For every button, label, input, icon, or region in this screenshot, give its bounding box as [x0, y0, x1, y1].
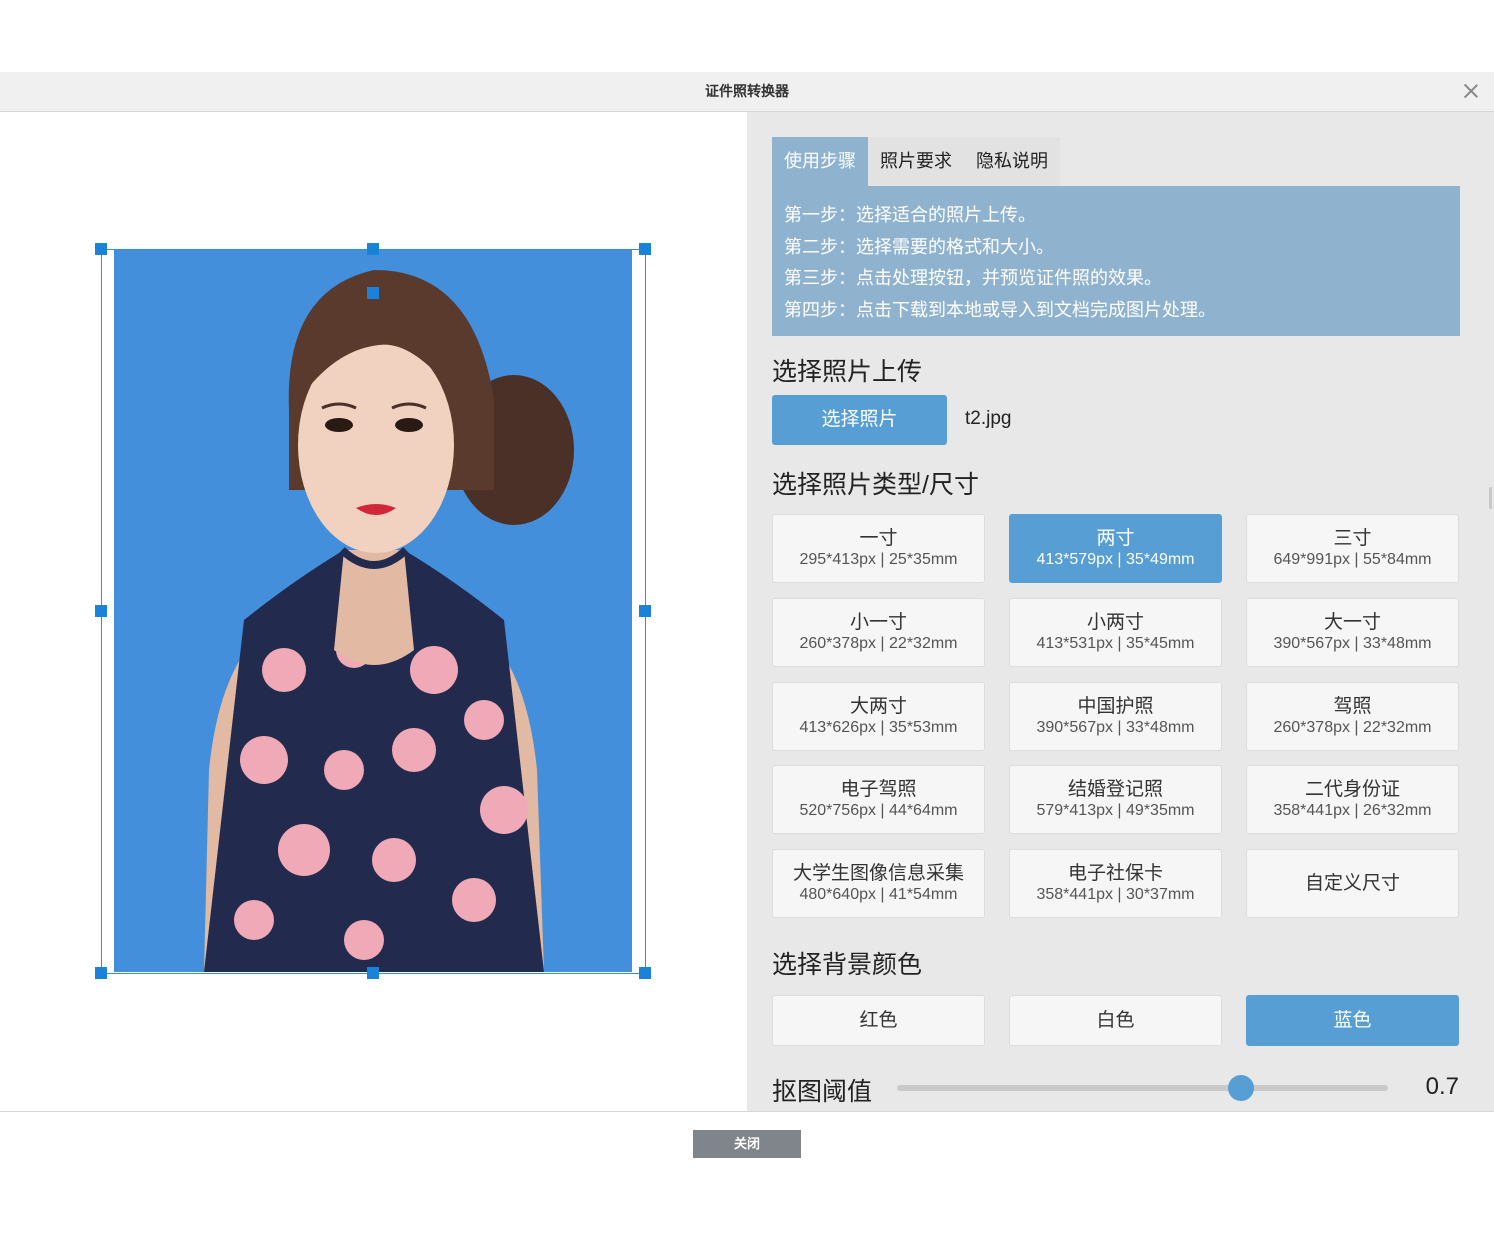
crop-handle-bottom[interactable] [367, 967, 379, 979]
crop-handle-top-right[interactable] [639, 243, 651, 255]
selected-file-name: t2.jpg [965, 408, 1012, 429]
crop-handle-top[interactable] [367, 243, 379, 255]
size-option[interactable]: 一寸 295*413px | 25*35mm [772, 514, 985, 583]
crop-handle-move[interactable] [367, 287, 379, 299]
portrait-photo [114, 250, 632, 972]
size-name: 一寸 [859, 528, 898, 549]
size-option[interactable]: 结婚登记照 579*413px | 49*35mm [1009, 765, 1222, 834]
size-dims: 390*567px | 33*48mm [1036, 719, 1195, 736]
size-option[interactable]: 两寸 413*579px | 35*49mm [1009, 514, 1222, 583]
threshold-slider-track[interactable] [897, 1085, 1388, 1091]
size-dims: 358*441px | 26*32mm [1273, 802, 1432, 819]
size-option[interactable]: 大两寸 413*626px | 35*53mm [772, 682, 985, 751]
size-option[interactable]: 大一寸 390*567px | 33*48mm [1246, 598, 1459, 667]
size-dims: 520*756px | 44*64mm [799, 802, 958, 819]
crop-handle-left[interactable] [95, 605, 107, 617]
size-dims: 358*441px | 30*37mm [1036, 886, 1195, 903]
size-option[interactable]: 小一寸 260*378px | 22*32mm [772, 598, 985, 667]
size-name: 中国护照 [1077, 696, 1154, 717]
portrait-illustration [204, 270, 574, 972]
size-dims: 295*413px | 25*35mm [799, 551, 958, 568]
size-option[interactable]: 中国护照 390*567px | 33*48mm [1009, 682, 1222, 751]
size-dims: 413*626px | 35*53mm [799, 719, 958, 736]
select-photo-button[interactable]: 选择照片 [772, 395, 947, 445]
upload-heading: 选择照片上传 [772, 358, 923, 386]
size-name: 两寸 [1096, 528, 1135, 549]
size-option[interactable]: 驾照 260*378px | 22*32mm [1246, 682, 1459, 751]
size-option[interactable]: 二代身份证 358*441px | 26*32mm [1246, 765, 1459, 834]
size-dims: 480*640px | 41*54mm [799, 886, 958, 903]
tab-photo-requirements[interactable]: 照片要求 [868, 137, 964, 186]
footer-divider [0, 1111, 1494, 1112]
steps-panel: 第一步：选择适合的照片上传。 第二步：选择需要的格式和大小。 第三步：点击处理按… [772, 186, 1460, 336]
size-dims: 413*531px | 35*45mm [1036, 635, 1195, 652]
threshold-label: 抠图阈值 [772, 1078, 873, 1106]
size-name: 结婚登记照 [1067, 779, 1163, 800]
size-name: 电子驾照 [840, 779, 917, 800]
title-bar: 证件照转换器 [0, 72, 1494, 112]
size-dims: 260*378px | 22*32mm [799, 635, 958, 652]
size-dims: 413*579px | 35*49mm [1036, 551, 1195, 568]
size-dims: 579*413px | 49*35mm [1036, 802, 1195, 819]
close-button[interactable]: 关闭 [693, 1130, 801, 1158]
size-dims: 649*991px | 55*84mm [1273, 551, 1432, 568]
size-option[interactable]: 电子社保卡 358*441px | 30*37mm [1009, 849, 1222, 918]
size-name: 二代身份证 [1304, 779, 1400, 800]
settings-panel: 使用步骤 照片要求 隐私说明 第一步：选择适合的照片上传。 第二步：选择需要的格… [747, 112, 1494, 1111]
tab-privacy[interactable]: 隐私说明 [964, 137, 1060, 186]
size-name: 三寸 [1333, 528, 1372, 549]
size-name: 驾照 [1333, 696, 1372, 717]
size-name: 大一寸 [1323, 612, 1381, 633]
step-text: 第四步：点击下载到本地或导入到文档完成图片处理。 [784, 299, 1216, 320]
crop-handle-right[interactable] [639, 605, 651, 617]
size-option[interactable]: 电子驾照 520*756px | 44*64mm [772, 765, 985, 834]
size-name: 电子社保卡 [1067, 863, 1163, 884]
crop-handle-bottom-right[interactable] [639, 967, 651, 979]
size-name: 大学生图像信息采集 [792, 863, 964, 884]
info-tabs: 使用步骤 照片要求 隐私说明 [772, 137, 1060, 186]
bg-color-white-button[interactable]: 白色 [1009, 995, 1222, 1046]
size-option[interactable]: 三寸 649*991px | 55*84mm [1246, 514, 1459, 583]
size-name: 小两寸 [1086, 612, 1144, 633]
step-text: 第三步：点击处理按钮，并预览证件照的效果。 [784, 268, 1162, 288]
size-name: 大两寸 [849, 696, 907, 717]
tab-usage-steps[interactable]: 使用步骤 [772, 137, 868, 186]
window-title: 证件照转换器 [705, 83, 789, 99]
size-option[interactable]: 大学生图像信息采集 480*640px | 41*54mm [772, 849, 985, 918]
bg-color-blue-button[interactable]: 蓝色 [1246, 995, 1459, 1046]
size-heading: 选择照片类型/尺寸 [772, 471, 979, 499]
crop-handle-top-left[interactable] [95, 243, 107, 255]
crop-handle-bottom-left[interactable] [95, 967, 107, 979]
bg-color-red-button[interactable]: 红色 [772, 995, 985, 1046]
scrollbar[interactable] [1484, 112, 1494, 882]
custom-size-option[interactable]: 自定义尺寸 [1246, 849, 1459, 918]
size-dims: 390*567px | 33*48mm [1273, 635, 1432, 652]
size-dims: 260*378px | 22*32mm [1273, 719, 1432, 736]
close-icon[interactable] [1460, 80, 1482, 102]
step-text: 第一步：选择适合的照片上传。 [784, 205, 1036, 225]
background-heading: 选择背景颜色 [772, 951, 923, 979]
size-name: 自定义尺寸 [1304, 873, 1400, 894]
step-text: 第二步：选择需要的格式和大小。 [784, 236, 1054, 257]
size-name: 小一寸 [849, 612, 907, 633]
threshold-value: 0.7 [1425, 1073, 1459, 1100]
size-option[interactable]: 小两寸 413*531px | 35*45mm [1009, 598, 1222, 667]
scrollbar-thumb[interactable] [1489, 487, 1492, 509]
threshold-slider-thumb[interactable] [1227, 1075, 1254, 1101]
